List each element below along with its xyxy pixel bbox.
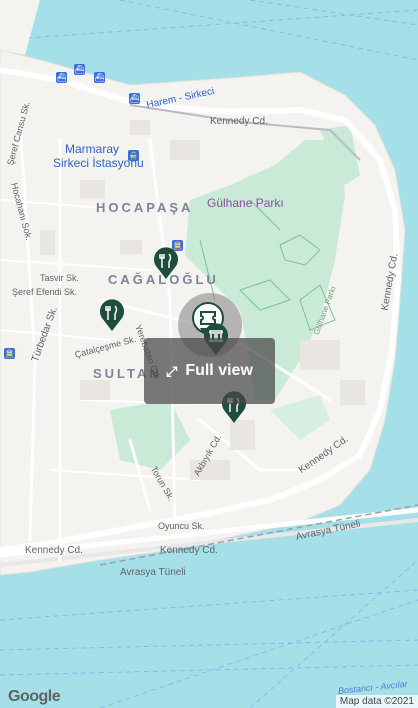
train-icon: 🚆 [128, 150, 139, 161]
ferry-icon: ⛴ [74, 64, 85, 75]
ferry-icon: ⛴ [129, 93, 140, 104]
fork-knife-icon [100, 299, 124, 331]
google-logo: Google [8, 688, 61, 705]
restaurant-marker-2[interactable] [98, 298, 126, 332]
fork-knife-icon [154, 247, 178, 279]
ferry-icon: ⛴ [56, 72, 67, 83]
tram-icon: 🚊 [4, 348, 15, 359]
full-view-label: Full view [185, 362, 253, 379]
ferry-icon: ⛴ [94, 72, 105, 83]
full-view-button[interactable]: ⤢ Full view [144, 338, 275, 404]
map-attribution[interactable]: Map data ©2021 [335, 695, 418, 708]
map-canvas[interactable]: ⛴ ⛴ ⛴ ⛴ 🚆 🚊 🚊 Kennedy Cd. Harem - Sirkec… [0, 0, 418, 708]
restaurant-marker-1[interactable] [152, 246, 180, 280]
expand-icon: ⤢ [166, 362, 178, 379]
